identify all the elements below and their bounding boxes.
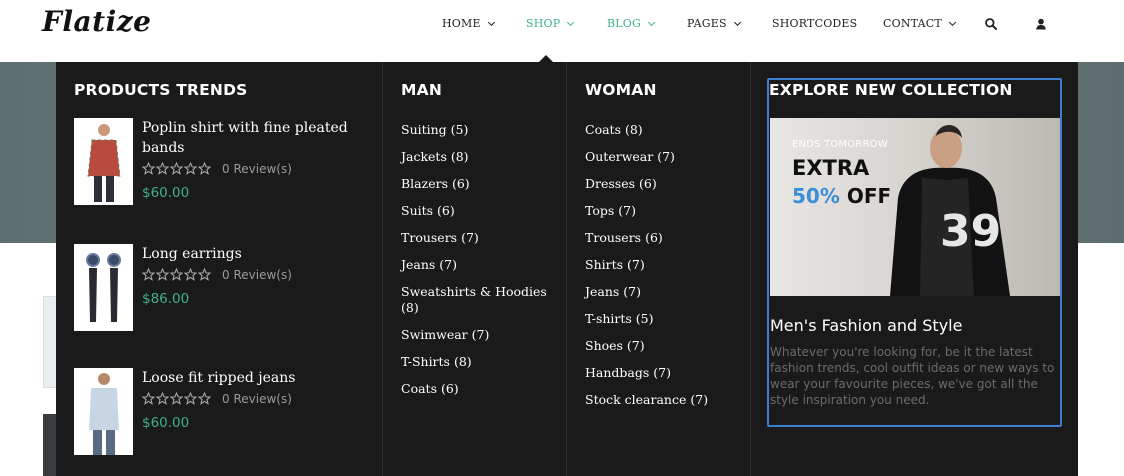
shop-mega-menu: PRODUCTS TRENDS Poplin shirt with fine p… xyxy=(56,62,1078,476)
category-link[interactable]: Sweatshirts & Hoodies (8) xyxy=(401,284,561,316)
category-link[interactable]: Shoes (7) xyxy=(585,338,745,354)
category-link[interactable]: Suits (6) xyxy=(401,203,561,219)
nav-shop[interactable]: SHOP xyxy=(526,17,575,30)
product-reviews: 0 Review(s) xyxy=(222,392,292,406)
nav-contact[interactable]: CONTACT xyxy=(883,17,956,30)
star-outline-icon xyxy=(156,162,169,175)
category-link[interactable]: Handbags (7) xyxy=(585,365,745,381)
chevron-down-icon xyxy=(948,18,956,26)
nav-pages[interactable]: PAGES xyxy=(687,17,741,30)
product-name[interactable]: Long earrings xyxy=(142,244,362,264)
nav-shortcodes[interactable]: SHORTCODES xyxy=(772,17,857,30)
promo-banner[interactable]: 39 ENDS TOMORROW EXTRA 50% OFF xyxy=(770,118,1060,296)
nav-contact-label: CONTACT xyxy=(883,17,942,30)
woman-title: WOMAN xyxy=(585,81,657,99)
chevron-down-icon xyxy=(647,18,656,26)
product-item[interactable]: Long earrings 0 Review(s) $86.00 xyxy=(74,244,374,334)
star-outline-icon xyxy=(184,268,197,281)
star-outline-icon xyxy=(198,268,211,281)
category-link[interactable]: Coats (8) xyxy=(585,122,745,138)
star-rating xyxy=(142,162,211,175)
star-outline-icon xyxy=(156,268,169,281)
category-link[interactable]: Tops (7) xyxy=(585,203,745,219)
promo-percent: 50% xyxy=(792,184,840,208)
category-link[interactable]: Jeans (7) xyxy=(401,257,561,273)
product-price: $60.00 xyxy=(142,185,190,201)
promo-ends-text: ENDS TOMORROW xyxy=(792,139,888,150)
man-title: MAN xyxy=(401,81,442,99)
star-outline-icon xyxy=(170,268,183,281)
category-link[interactable]: Jackets (8) xyxy=(401,149,561,165)
category-link[interactable]: Shirts (7) xyxy=(585,257,745,273)
star-rating xyxy=(142,268,211,281)
product-name[interactable]: Loose fit ripped jeans xyxy=(142,368,362,388)
star-outline-icon xyxy=(198,392,211,405)
category-link[interactable]: Dresses (6) xyxy=(585,176,745,192)
product-price: $86.00 xyxy=(142,291,190,307)
man-category-list: Suiting (5) Jackets (8) Blazers (6) Suit… xyxy=(401,122,561,408)
promo-off-label: OFF xyxy=(846,184,892,208)
product-thumbnail[interactable] xyxy=(74,118,133,205)
nav-pages-label: PAGES xyxy=(687,17,727,30)
nav-shop-label: SHOP xyxy=(526,17,561,30)
collection-subtitle: Men's Fashion and Style xyxy=(770,316,963,335)
site-logo[interactable]: Flatize xyxy=(42,5,151,38)
explore-title: EXPLORE NEW COLLECTION xyxy=(769,81,1013,99)
nav-blog[interactable]: BLOG xyxy=(607,17,656,30)
star-outline-icon xyxy=(170,392,183,405)
man-column: MAN Suiting (5) Jackets (8) Blazers (6) … xyxy=(383,62,567,476)
background-right xyxy=(1078,62,1124,476)
product-thumbnail[interactable] xyxy=(74,368,133,455)
category-link[interactable]: Stock clearance (7) xyxy=(585,392,745,408)
woman-column: WOMAN Coats (8) Outerwear (7) Dresses (6… xyxy=(567,62,751,476)
promo-discount-text: 50% OFF xyxy=(792,184,891,208)
site-header: Flatize HOME SHOP BLOG PAGES SHORTCODES … xyxy=(0,0,1124,62)
star-outline-icon xyxy=(184,162,197,175)
category-link[interactable]: Swimwear (7) xyxy=(401,327,561,343)
product-thumbnail[interactable] xyxy=(74,244,133,331)
nav-blog-label: BLOG xyxy=(607,17,641,30)
svg-text:39: 39 xyxy=(940,206,1001,257)
product-reviews: 0 Review(s) xyxy=(222,162,292,176)
dropdown-caret xyxy=(539,55,553,62)
products-trends-title: PRODUCTS TRENDS xyxy=(74,81,248,99)
category-link[interactable]: Jeans (7) xyxy=(585,284,745,300)
search-icon[interactable] xyxy=(984,17,998,31)
star-outline-icon xyxy=(184,392,197,405)
product-reviews: 0 Review(s) xyxy=(222,268,292,282)
category-link[interactable]: Outerwear (7) xyxy=(585,149,745,165)
star-outline-icon xyxy=(198,162,211,175)
woman-category-list: Coats (8) Outerwear (7) Dresses (6) Tops… xyxy=(585,122,745,419)
products-trends-column: PRODUCTS TRENDS Poplin shirt with fine p… xyxy=(56,62,383,476)
star-outline-icon xyxy=(142,392,155,405)
category-link[interactable]: Coats (6) xyxy=(401,381,561,397)
nav-home-label: HOME xyxy=(442,17,481,30)
chevron-down-icon xyxy=(487,18,495,26)
star-outline-icon xyxy=(156,392,169,405)
chevron-down-icon xyxy=(733,18,741,26)
category-link[interactable]: Blazers (6) xyxy=(401,176,561,192)
product-item[interactable]: Poplin shirt with fine pleated bands 0 R… xyxy=(74,118,374,208)
product-item[interactable]: Loose fit ripped jeans 0 Review(s) $60.0… xyxy=(74,368,374,458)
star-outline-icon xyxy=(142,268,155,281)
product-name[interactable]: Poplin shirt with fine pleated bands xyxy=(142,118,362,158)
category-link[interactable]: Trousers (6) xyxy=(585,230,745,246)
product-price: $60.00 xyxy=(142,415,190,431)
nav-shortcodes-label: SHORTCODES xyxy=(772,17,858,30)
explore-collection-panel[interactable]: EXPLORE NEW COLLECTION 39 ENDS TOMORROW … xyxy=(767,78,1062,427)
star-outline-icon xyxy=(142,162,155,175)
nav-home[interactable]: HOME xyxy=(442,17,495,30)
category-link[interactable]: Suiting (5) xyxy=(401,122,561,138)
user-icon[interactable] xyxy=(1034,17,1048,31)
chevron-down-icon xyxy=(567,18,575,26)
category-link[interactable]: T-Shirts (8) xyxy=(401,354,561,370)
promo-extra-text: EXTRA xyxy=(792,156,870,180)
category-link[interactable]: T-shirts (5) xyxy=(585,311,745,327)
star-outline-icon xyxy=(170,162,183,175)
star-rating xyxy=(142,392,211,405)
category-link[interactable]: Trousers (7) xyxy=(401,230,561,246)
collection-description: Whatever you're looking for, be it the l… xyxy=(770,345,1055,407)
